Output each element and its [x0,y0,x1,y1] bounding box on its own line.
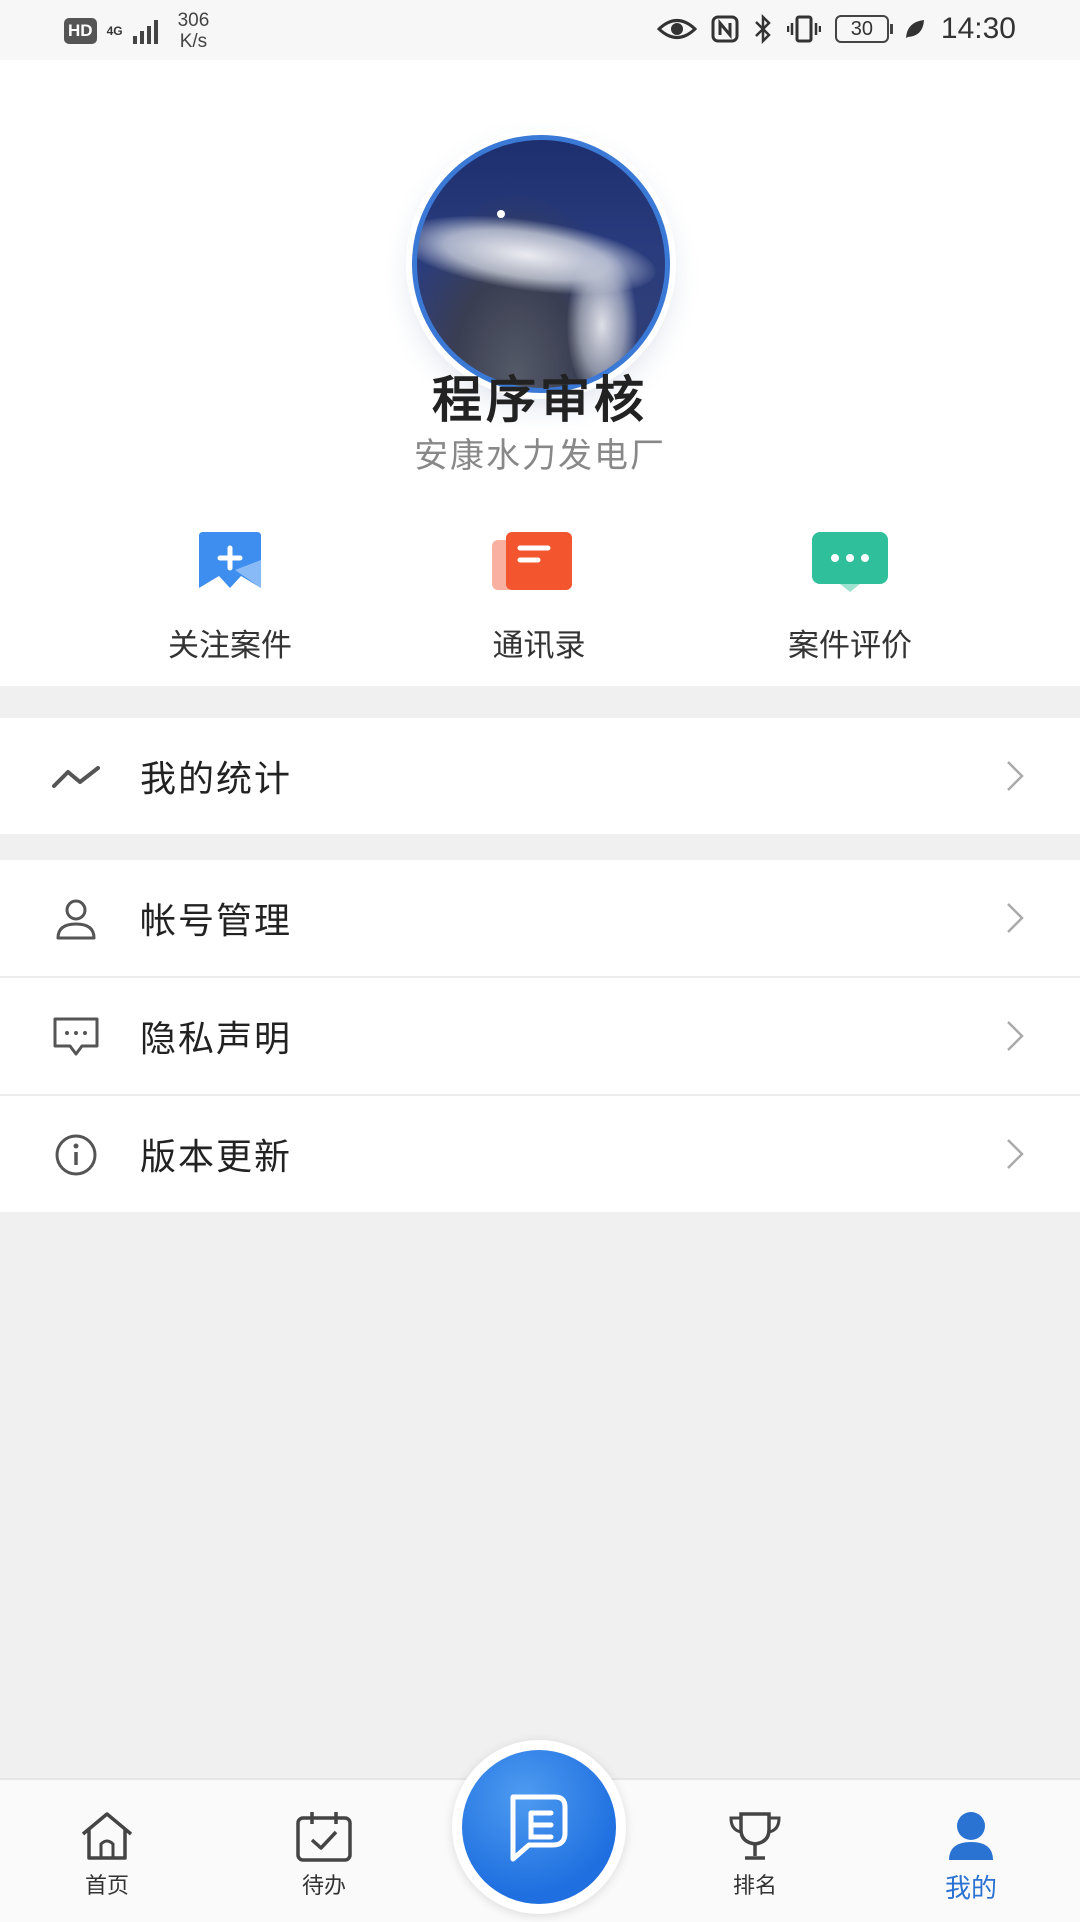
bluetooth-icon [755,14,771,44]
menu-item-account[interactable]: 帐号管理 [0,860,1080,978]
statistics-icon [52,766,100,788]
vibrate-icon [786,15,821,43]
network-type: 4G [106,23,123,38]
network-speed: 306 K/s [178,10,210,52]
contacts-button[interactable]: 通讯录 [439,530,639,665]
speed-unit: K/s [179,31,208,52]
case-review-icon [812,530,888,592]
tab-todo[interactable]: 待办 [264,1810,384,1900]
menu-item-privacy[interactable]: 隐私声明 [0,978,1080,1096]
chevron-right-icon [1007,761,1024,791]
clock: 14:30 [940,12,1016,45]
tab-home[interactable]: 首页 [47,1810,167,1900]
menu-item-label: 隐私声明 [140,1019,293,1060]
contacts-label: 通讯录 [492,628,586,664]
message-icon [53,1017,99,1056]
center-action-button[interactable] [452,1740,626,1914]
battery-indicator: 30 [834,15,893,43]
menu-item-label: 版本更新 [140,1137,293,1178]
status-right: 30 14:30 [656,12,1016,46]
menu-item-label: 我的统计 [140,759,293,800]
avatar[interactable] [412,135,670,393]
chevron-right-icon [1007,903,1024,933]
signal-icon [132,18,158,44]
user-name: 程序审核 [432,371,648,429]
tab-label: 我的 [944,1874,997,1904]
trophy-icon [729,1812,781,1860]
tab-label: 排名 [732,1874,777,1899]
user-organization: 安康水力发电厂 [414,436,666,476]
center-action-circle [462,1750,616,1904]
tab-ranking[interactable]: 排名 [695,1810,815,1900]
menu-item-version[interactable]: 版本更新 [0,1096,1080,1212]
chevron-right-icon [1007,1021,1024,1051]
profile-icon [949,1812,993,1860]
menu-item-statistics[interactable]: 我的统计 [0,718,1080,834]
chevron-right-icon [1007,1139,1024,1169]
profile-card: 程序审核 安康水力发电厂 关注案件 通讯录 案件评价 [0,60,1080,686]
contacts-icon [492,530,574,590]
hd-indicator: HD [64,18,97,44]
tab-label: 待办 [301,1874,346,1899]
menu-item-label: 帐号管理 [140,901,293,942]
status-left: HD 4G 306 K/s [64,10,209,52]
center-action-icon [510,1794,568,1862]
follow-case-button[interactable]: 关注案件 [130,530,330,665]
menu-group-settings: 帐号管理 隐私声明 版本更新 [0,860,1080,1212]
home-icon [81,1812,133,1860]
calendar-check-icon [296,1812,352,1862]
info-icon [55,1134,97,1176]
tab-label: 首页 [84,1874,129,1899]
follow-case-icon [195,530,265,590]
status-bar: HD 4G 306 K/s 30 14:30 [0,0,1080,60]
follow-case-label: 关注案件 [168,628,292,664]
leaf-icon [905,20,924,38]
case-review-button[interactable]: 案件评价 [750,530,950,665]
case-review-label: 案件评价 [788,628,912,664]
tab-mine[interactable]: 我的 [911,1810,1031,1905]
eye-icon [656,19,697,39]
menu-group-statistics: 我的统计 [0,718,1080,834]
nfc-icon [711,15,739,43]
avatar-moon [497,210,505,218]
user-icon [56,899,96,940]
speed-value: 306 [177,10,210,31]
